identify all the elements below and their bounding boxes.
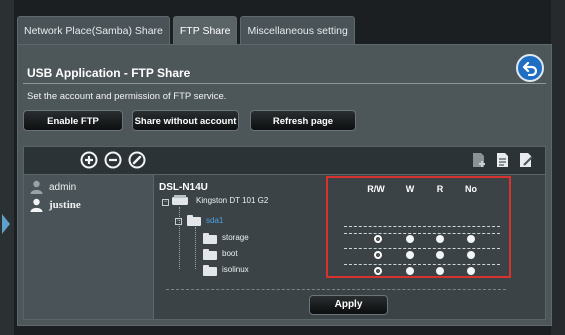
radio-isolinux-no[interactable] <box>467 267 475 275</box>
back-button[interactable] <box>516 54 544 82</box>
folder-storage-label[interactable]: storage <box>222 233 249 242</box>
share-without-account-button[interactable]: Share without account <box>132 110 239 131</box>
radio-storage-no[interactable] <box>467 235 475 243</box>
row-divider <box>344 264 500 265</box>
tab-samba-share[interactable]: Network Place(Samba) Share <box>17 16 170 44</box>
radio-storage-w[interactable] <box>406 235 414 243</box>
row-divider <box>344 248 500 249</box>
user-item-admin[interactable]: admin <box>30 178 76 196</box>
edit-folder-icon[interactable] <box>517 151 535 169</box>
ftp-content-area: admin justine DSL-N14U − Kingston DT 101… <box>23 146 546 320</box>
disk-label[interactable]: Kingston DT 101 G2 <box>196 196 268 205</box>
perm-header-w: W <box>405 184 415 194</box>
user-item-justine[interactable]: justine <box>30 196 81 214</box>
tree-line <box>195 227 196 269</box>
title-divider <box>23 83 546 84</box>
radio-isolinux-rw[interactable] <box>374 267 382 275</box>
content-toolbar <box>24 147 545 175</box>
apply-divider <box>166 289 506 290</box>
enable-ftp-button[interactable]: Enable FTP <box>23 110 123 131</box>
perm-header-r: R <box>436 184 444 194</box>
back-arrow-icon <box>522 61 538 76</box>
tab-misc-setting[interactable]: Miscellaneous setting <box>240 16 355 44</box>
user-icon <box>30 180 43 194</box>
apply-button[interactable]: Apply <box>309 295 388 315</box>
radio-boot-w[interactable] <box>406 251 414 259</box>
user-icon <box>30 198 43 212</box>
radio-storage-rw[interactable] <box>374 235 382 243</box>
edit-user-icon[interactable] <box>128 151 146 169</box>
row-divider <box>344 226 500 227</box>
left-edge-arrow-icon <box>2 214 10 234</box>
disk-icon <box>172 195 188 205</box>
radio-isolinux-w[interactable] <box>406 267 414 275</box>
partition-folder-icon <box>187 215 201 226</box>
tree-line <box>179 207 180 269</box>
user-name: justine <box>49 199 81 211</box>
page-title: USB Application - FTP Share <box>27 66 191 80</box>
ftp-share-panel: USB Application - FTP Share Set the acco… <box>17 44 552 326</box>
perm-header-rw: R/W <box>367 184 385 194</box>
refresh-page-button[interactable]: Refresh page <box>250 110 356 131</box>
folder-boot-label[interactable]: boot <box>222 249 238 258</box>
folder-icon <box>203 249 217 260</box>
radio-boot-no[interactable] <box>467 251 475 259</box>
tab-bar: Network Place(Samba) Share FTP Share Mis… <box>17 16 355 44</box>
user-list: admin justine <box>24 175 154 319</box>
radio-storage-r[interactable] <box>436 235 444 243</box>
row-divider <box>344 233 500 234</box>
permission-highlight-box: R/W W R No <box>326 176 511 278</box>
folder-icon <box>203 265 217 276</box>
remove-user-icon[interactable] <box>104 151 122 169</box>
radio-boot-r[interactable] <box>436 251 444 259</box>
collapse-toggle[interactable]: − <box>162 199 169 206</box>
tab-ftp-share[interactable]: FTP Share <box>172 16 238 44</box>
partition-label[interactable]: sda1 <box>206 216 223 225</box>
new-folder-icon[interactable] <box>470 151 488 169</box>
document-icon[interactable] <box>494 151 512 169</box>
folder-icon <box>203 233 217 244</box>
left-edge-panel <box>0 0 14 335</box>
collapse-toggle[interactable]: − <box>175 218 182 225</box>
folder-isolinux-label[interactable]: isolinux <box>222 265 249 274</box>
perm-header-no: No <box>465 184 477 194</box>
radio-boot-rw[interactable] <box>374 251 382 259</box>
page-description: Set the account and permission of FTP se… <box>27 91 227 102</box>
add-user-icon[interactable] <box>80 151 98 169</box>
device-name: DSL-N14U <box>159 182 208 193</box>
radio-isolinux-r[interactable] <box>436 267 444 275</box>
right-edge-panel <box>551 0 565 335</box>
user-name: admin <box>49 181 77 193</box>
